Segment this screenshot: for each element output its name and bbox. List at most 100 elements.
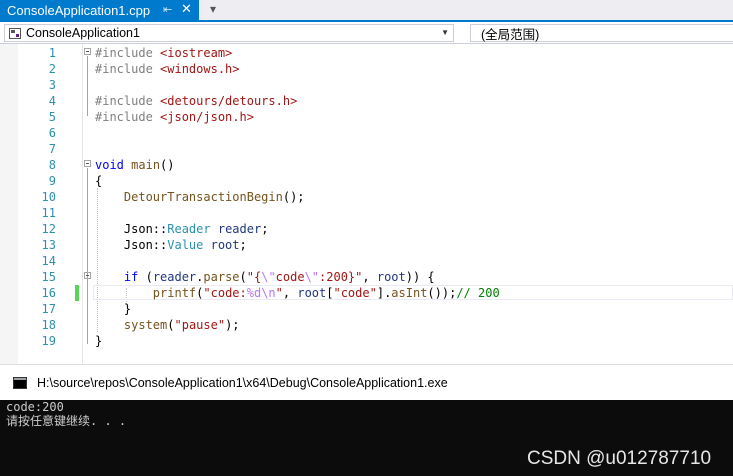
code-token: ]. <box>376 286 392 300</box>
code-text: } <box>95 301 131 317</box>
code-token: () <box>160 158 175 172</box>
code-line[interactable]: 9{ <box>0 173 733 189</box>
code-line[interactable]: 18 system("pause"); <box>0 317 733 333</box>
code-token: #include <box>95 94 161 108</box>
line-number: 3 <box>48 78 56 92</box>
code-token: #include <box>95 62 161 76</box>
tab-consoleapplication1-cpp[interactable]: ConsoleApplication1.cpp ⇤ ✕ <box>0 0 199 20</box>
code-text: #include <iostream> <box>95 45 232 61</box>
code-token: \n <box>261 286 276 300</box>
scope-dropdown-value: (全局范围) <box>481 27 540 42</box>
code-line[interactable]: 2 #include <windows.h> <box>0 61 733 77</box>
change-marker <box>75 285 79 301</box>
collapse-icon[interactable] <box>84 160 91 167</box>
code-token: Value <box>167 238 204 252</box>
code-token: \" <box>304 270 320 284</box>
code-line[interactable]: 3 <box>0 77 733 93</box>
line-number: 15 <box>41 270 56 284</box>
code-line[interactable]: 10 DetourTransactionBegin(); <box>0 189 733 205</box>
code-token: } <box>95 334 103 348</box>
code-line[interactable]: 6 <box>0 125 733 141</box>
watermark: CSDN @u012787710 <box>527 448 712 469</box>
line-number: 1 <box>48 46 56 60</box>
code-line[interactable]: 4 #include <detours/detours.h> <box>0 93 733 109</box>
code-token: \" <box>261 270 276 284</box>
code-token: #include <box>95 110 161 124</box>
code-text: #include <windows.h> <box>95 61 240 77</box>
code-token: Json:: <box>95 238 168 252</box>
console-titlebar[interactable]: H:\source\repos\ConsoleApplication1\x64\… <box>0 364 733 402</box>
code-text: DetourTransactionBegin(); <box>95 189 305 205</box>
chevron-down-icon[interactable]: ▼ <box>441 28 449 37</box>
navigation-bar: ConsoleApplication1 ▼ (全局范围) <box>0 22 733 44</box>
code-token: DetourTransactionBegin <box>123 190 283 204</box>
console-output-line: 请按任意键继续. . . <box>6 414 127 428</box>
dropdown-icon[interactable]: ▾ <box>210 2 216 16</box>
line-number: 19 <box>41 334 56 348</box>
collapse-icon[interactable] <box>84 272 91 279</box>
code-text: printf("code:%d\n", root["code"].asInt()… <box>95 285 500 301</box>
code-token: main <box>131 158 161 172</box>
code-token: root <box>210 238 240 252</box>
code-token: "code: <box>203 286 247 300</box>
close-icon[interactable]: ✕ <box>181 1 192 17</box>
line-number: 12 <box>41 222 56 236</box>
project-dropdown[interactable]: ConsoleApplication1 ▼ <box>4 24 454 42</box>
code-line[interactable]: 19} <box>0 333 733 349</box>
code-token: <windows.h> <box>160 62 240 76</box>
code-token: { <box>95 174 103 188</box>
code-token: void <box>95 158 124 172</box>
code-line[interactable]: 15 if (reader.parse("{\"code\":200}", ro… <box>0 269 733 285</box>
code-token: #include <box>95 46 161 60</box>
code-token: if <box>123 270 139 284</box>
code-text: system("pause"); <box>95 317 240 333</box>
code-token: parse <box>203 270 240 284</box>
line-number: 18 <box>41 318 56 332</box>
code-line[interactable]: 17 } <box>0 301 733 317</box>
line-number: 10 <box>41 190 56 204</box>
code-token: <detours/detours.h> <box>160 94 298 108</box>
code-line[interactable]: 11 <box>0 205 733 221</box>
code-line[interactable]: 14 <box>0 253 733 269</box>
code-token: root <box>376 270 406 284</box>
code-line[interactable]: 8 void main() <box>0 157 733 173</box>
collapse-icon[interactable] <box>84 48 91 55</box>
code-line[interactable]: 13 Json::Value root; <box>0 237 733 253</box>
code-token: )) { <box>405 270 435 284</box>
code-editor[interactable]: 1 #include <iostream> 2 #include <windows.h… <box>0 44 733 364</box>
code-token: asInt <box>391 286 428 300</box>
line-number: 17 <box>41 302 56 316</box>
code-token: printf <box>152 286 197 300</box>
pin-icon[interactable]: ⇤ <box>163 3 172 16</box>
code-token: , <box>362 270 377 284</box>
scope-dropdown[interactable]: (全局范围) <box>470 24 733 42</box>
code-line[interactable]: 5 #include <json/json.h> <box>0 109 733 125</box>
console-title: H:\source\repos\ConsoleApplication1\x64\… <box>37 376 448 390</box>
project-icon <box>9 27 21 39</box>
code-line[interactable]: 7 <box>0 141 733 157</box>
code-token: <iostream> <box>160 46 233 60</box>
code-line[interactable]: 1 #include <iostream> <box>0 45 733 61</box>
code-line[interactable]: 12 Json::Reader reader; <box>0 221 733 237</box>
code-token: system <box>123 318 168 332</box>
code-token: , <box>282 286 298 300</box>
code-token: code <box>275 270 305 284</box>
code-token: reader <box>217 222 262 236</box>
code-token: } <box>95 302 132 316</box>
line-number: 14 <box>41 254 56 268</box>
code-token: :200}" <box>319 270 363 284</box>
document-tab-strip: ConsoleApplication1.cpp ⇤ ✕ ▾ <box>0 0 733 22</box>
code-line[interactable]: 16 printf("code:%d\n", root["code"].asIn… <box>0 285 733 301</box>
code-token: ; <box>261 222 269 236</box>
code-token: ()); <box>427 286 457 300</box>
line-number: 8 <box>48 158 56 172</box>
code-text: { <box>95 173 102 189</box>
line-number: 5 <box>48 110 56 124</box>
code-token: "{ <box>246 270 262 284</box>
console-output-line: code:200 <box>6 400 64 414</box>
